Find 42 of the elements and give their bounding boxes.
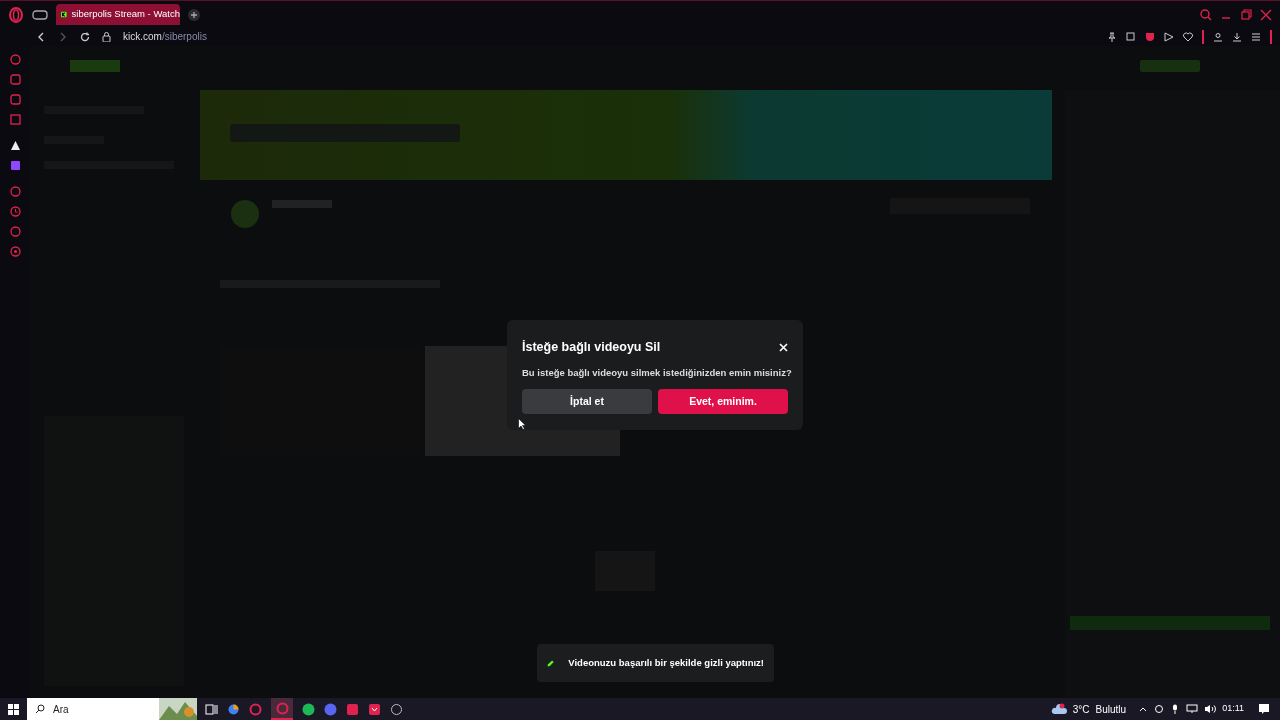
cancel-button[interactable]: İptal et [522, 389, 652, 414]
download-icon[interactable] [1232, 32, 1242, 42]
temperature-text: 3°C [1072, 702, 1090, 717]
heart-icon[interactable] [1183, 32, 1193, 42]
site-logo-icon [61, 9, 67, 20]
app-icon[interactable] [390, 702, 403, 716]
back-icon[interactable] [36, 32, 46, 42]
dialog-title: İsteğe bağlı videoyu Sil [522, 339, 661, 356]
reload-icon[interactable] [80, 32, 90, 42]
confirm-button[interactable]: Evet, eminim. [658, 389, 788, 414]
toast-message: Videonuzu başarılı bir şekilde gizli yaptınız! [568, 655, 764, 670]
mouse-cursor-icon [518, 418, 526, 430]
address-field[interactable]: kick.com/siberpolis [123, 32, 207, 42]
network-icon[interactable] [1186, 704, 1199, 714]
profile-icon[interactable] [1213, 32, 1223, 42]
settings-icon[interactable] [9, 246, 21, 257]
snapshot-icon[interactable] [1126, 32, 1136, 42]
browser-tab[interactable]: siberpolis Stream - Watch [56, 4, 180, 25]
browser-app-icon[interactable] [249, 702, 262, 716]
taskbar-search-field[interactable]: Ara [27, 698, 197, 720]
sidebar-app-icon[interactable] [9, 140, 21, 151]
browser-app-icon[interactable] [275, 701, 289, 715]
clock-icon[interactable] [9, 206, 21, 217]
send-icon[interactable] [1164, 32, 1174, 42]
notification-icon[interactable] [1258, 703, 1270, 715]
task-view-icon[interactable] [205, 702, 218, 716]
new-tab-icon[interactable] [188, 8, 200, 21]
volume-icon[interactable] [1204, 704, 1217, 714]
pin-icon[interactable] [1107, 32, 1117, 42]
clock-time[interactable]: 01:11 [1222, 702, 1244, 716]
app-icon[interactable] [368, 702, 381, 716]
cloud-icon [1050, 703, 1067, 715]
browser-logo-icon[interactable] [8, 6, 24, 23]
weather-text: Bulutlu [1095, 702, 1127, 717]
search-icon[interactable] [1200, 8, 1212, 21]
menu-icon[interactable] [1251, 32, 1261, 42]
search-icon [35, 704, 45, 714]
start-icon[interactable] [8, 703, 19, 715]
restore-icon[interactable] [1240, 8, 1252, 21]
lock-icon [102, 32, 111, 42]
shield-icon[interactable] [1145, 32, 1155, 42]
forward-icon[interactable] [58, 32, 68, 42]
